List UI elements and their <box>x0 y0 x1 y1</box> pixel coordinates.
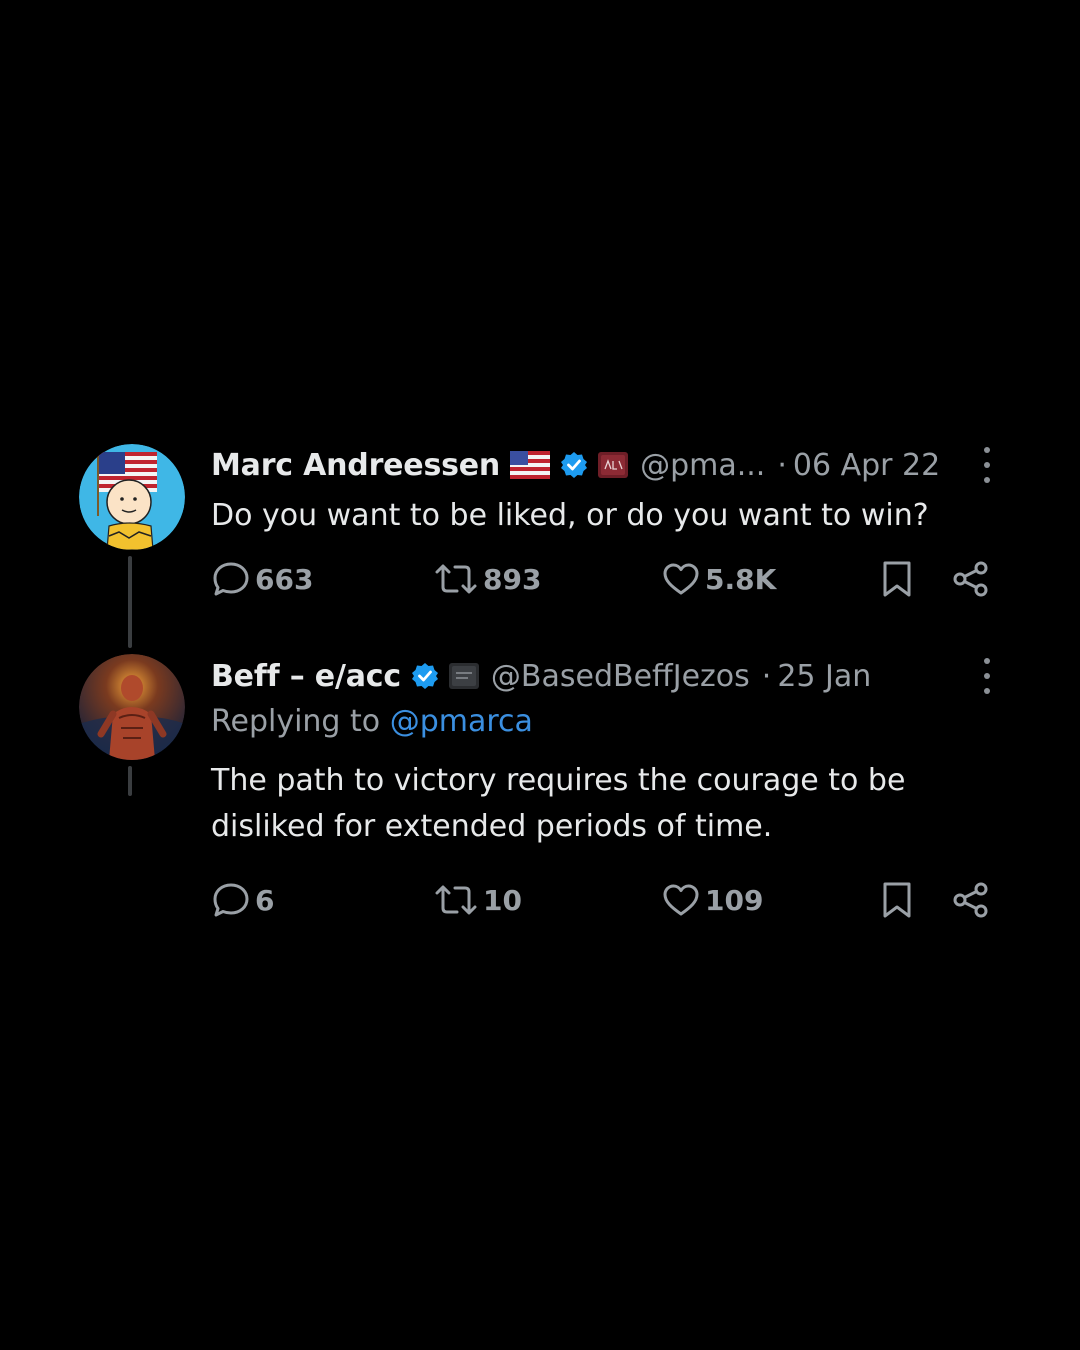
avatar-marc-andreessen[interactable] <box>79 444 185 550</box>
repost-icon <box>435 885 477 915</box>
share-button[interactable] <box>951 555 991 603</box>
repost-button[interactable]: 893 <box>433 555 541 603</box>
author-name[interactable]: Marc Andreessen <box>211 448 500 483</box>
bookmark-button[interactable] <box>879 555 915 603</box>
author-name[interactable]: Beff – e/acc <box>211 659 401 694</box>
tweet-text-line: The path to victory requires the courage… <box>211 763 906 798</box>
bookmark-button[interactable] <box>879 876 915 924</box>
reply-icon <box>213 562 249 596</box>
like-button[interactable]: 109 <box>661 876 763 924</box>
replying-label: Replying to <box>211 704 381 739</box>
affiliate-badge-icon <box>598 452 629 478</box>
tweet-text: The path to victory requires the courage… <box>211 758 1011 850</box>
reply-button[interactable]: 6 <box>211 876 274 924</box>
repost-icon <box>435 564 477 594</box>
thread-line <box>128 556 132 648</box>
heart-icon <box>663 884 699 916</box>
page: Marc Andreessen @pma... · 06 Apr 22 Do y… <box>0 0 1080 1350</box>
like-button[interactable]: 5.8K <box>661 555 776 603</box>
reply-button[interactable]: 663 <box>211 555 313 603</box>
tweet-text-line: disliked for extended periods of time. <box>211 809 773 844</box>
share-icon <box>953 882 988 918</box>
tweet-date[interactable]: 25 Jan <box>777 659 871 694</box>
bookmark-icon <box>883 882 911 918</box>
us-flag-icon <box>510 451 551 479</box>
replying-to: Replying to @pmarca <box>211 704 1011 748</box>
separator-dot: · <box>777 447 787 483</box>
tweet-header: Marc Andreessen @pma... · 06 Apr 22 <box>211 443 1011 487</box>
tweet-date[interactable]: 06 Apr 22 <box>793 448 940 483</box>
repost-count: 893 <box>483 562 542 596</box>
tweet-2[interactable]: Beff – e/acc @BasedBeffJezos · 25 Jan Re… <box>211 654 1011 924</box>
more-options-icon[interactable] <box>983 447 991 483</box>
bookmark-icon <box>883 561 911 597</box>
repost-button[interactable]: 10 <box>433 876 522 924</box>
verified-badge-icon <box>411 662 439 690</box>
avatar-beff-jezos[interactable] <box>79 654 185 760</box>
author-handle[interactable]: @BasedBeffJezos <box>491 659 750 694</box>
like-count: 5.8K <box>705 562 777 596</box>
tweet-1[interactable]: Marc Andreessen @pma... · 06 Apr 22 Do y… <box>211 443 1011 603</box>
author-handle[interactable]: @pma... <box>640 448 765 483</box>
share-icon <box>953 561 988 597</box>
reply-icon <box>213 883 249 917</box>
verified-badge-icon <box>560 451 588 479</box>
affiliate-badge-icon <box>448 663 479 689</box>
separator-dot: · <box>761 658 772 694</box>
heart-icon <box>663 563 699 595</box>
repost-count: 10 <box>483 883 522 917</box>
tweet-actions: 6 10 109 <box>211 876 1011 924</box>
thread-line <box>128 766 132 796</box>
tweet-actions: 663 893 5.8K <box>211 555 1011 603</box>
reply-count: 6 <box>255 883 275 917</box>
like-count: 109 <box>705 883 764 917</box>
reply-count: 663 <box>255 562 314 596</box>
more-options-icon[interactable] <box>983 658 991 694</box>
tweet-text: Do you want to be liked, or do you want … <box>211 498 929 533</box>
replying-mention[interactable]: @pmarca <box>390 704 533 739</box>
share-button[interactable] <box>951 876 991 924</box>
tweet-header: Beff – e/acc @BasedBeffJezos · 25 Jan <box>211 654 1011 698</box>
